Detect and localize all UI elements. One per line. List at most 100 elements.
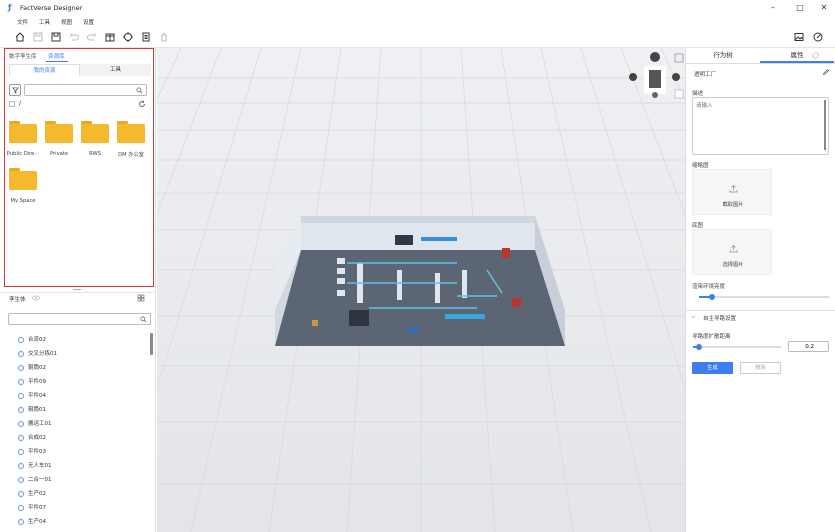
filter-button[interactable]: [9, 84, 21, 96]
tree-item[interactable]: 二合一01: [18, 474, 52, 486]
twin-node-icon: [18, 364, 24, 371]
tree-scrollbar[interactable]: [150, 333, 153, 355]
nav-radius-slider-handle[interactable]: [696, 344, 702, 350]
tree-item-label: 生产02: [28, 491, 46, 497]
tree-item[interactable]: 合流02: [18, 334, 46, 346]
tree-item[interactable]: 平件09: [18, 376, 46, 388]
info-icon[interactable]: [812, 52, 819, 59]
brightness-slider-handle[interactable]: [709, 294, 715, 300]
minimize-icon[interactable]: –: [766, 2, 780, 14]
tree-item[interactable]: 平件07: [18, 502, 46, 514]
save-as-icon[interactable]: [50, 31, 62, 43]
sync-icon[interactable]: [122, 31, 134, 43]
search-icon[interactable]: [136, 87, 143, 94]
tree-item-label: 辊筒02: [28, 365, 46, 371]
tree-item-label: 辊筒01: [28, 407, 46, 413]
search-icon[interactable]: [140, 316, 147, 323]
undo-icon[interactable]: [68, 31, 80, 43]
menu-settings[interactable]: 设置: [83, 18, 94, 26]
thumbnail-label: 缩略图: [692, 163, 709, 169]
folder-icon: [9, 121, 37, 143]
twin-search-input[interactable]: [8, 313, 151, 325]
tree-item[interactable]: 辊筒02: [18, 362, 46, 374]
generate-button[interactable]: 生成: [692, 362, 733, 374]
image-icon[interactable]: [793, 31, 805, 43]
base-map-label: 底图: [692, 223, 704, 229]
tree-item[interactable]: 合成02: [18, 432, 46, 444]
folder-icon: [45, 121, 73, 143]
object-name: 透明工厂: [694, 72, 717, 78]
tree-item-label: 二合一01: [28, 477, 52, 483]
tree-item-label: 合成02: [28, 435, 46, 441]
refresh-icon[interactable]: [138, 100, 146, 108]
panel-splitter[interactable]: [73, 289, 81, 290]
tab-properties[interactable]: 属性: [760, 48, 834, 62]
menu-view[interactable]: 视图: [61, 18, 72, 26]
twin-node-icon: [18, 420, 24, 427]
tab-behavior-tree[interactable]: 行为树: [686, 48, 760, 62]
maximize-icon[interactable]: □: [793, 2, 807, 14]
tree-item-label: 生产04: [28, 519, 46, 525]
brightness-slider-track[interactable]: [699, 296, 829, 298]
3d-viewport[interactable]: [157, 48, 685, 532]
twin-node-icon: [18, 434, 24, 441]
redo-icon[interactable]: [86, 31, 98, 43]
tree-item[interactable]: 无人车01: [18, 460, 52, 472]
menu-file[interactable]: 文件: [17, 18, 28, 26]
folder-label: Private: [49, 151, 69, 157]
folder-icon: [81, 121, 109, 143]
collapse-icon[interactable]: ⌵: [691, 313, 696, 321]
tree-item-label: 平件07: [28, 505, 46, 511]
nav-radius-slider-track[interactable]: [693, 346, 781, 348]
document-icon[interactable]: [140, 31, 152, 43]
tree-item-label: 交叉分拣01: [28, 351, 57, 357]
folder-private[interactable]: [45, 121, 73, 143]
current-path: /: [19, 100, 22, 107]
home-icon[interactable]: [14, 31, 26, 43]
thumbnail-upload[interactable]: 截取图片: [692, 169, 772, 215]
tab-resource-library[interactable]: 资源库: [48, 52, 65, 60]
tree-item[interactable]: 生产02: [18, 488, 46, 500]
eye-icon[interactable]: [32, 295, 40, 301]
filter-icon: [12, 87, 19, 94]
publish-icon[interactable]: [812, 31, 824, 43]
folder-dm-office[interactable]: [117, 121, 145, 143]
package-icon[interactable]: [104, 31, 116, 43]
folder-my-space[interactable]: [9, 168, 37, 190]
tree-item[interactable]: 生产04: [18, 516, 46, 528]
twin-node-icon: [18, 504, 24, 511]
select-all-checkbox[interactable]: [9, 101, 15, 107]
subtab-tools[interactable]: 工具: [80, 64, 151, 76]
twin-node-icon: [18, 406, 24, 413]
title-bar: ƒ FactVerse Designer – □ ✕: [0, 0, 835, 16]
delete-button[interactable]: 删除: [740, 362, 781, 374]
delete-icon[interactable]: [158, 31, 170, 43]
tab-twin-library[interactable]: 数字孪生库: [9, 52, 37, 60]
upload-icon: [729, 185, 738, 193]
capture-button-label: 截取图片: [722, 202, 744, 208]
close-icon[interactable]: ✕: [817, 2, 831, 14]
tree-item[interactable]: 平件03: [18, 446, 46, 458]
description-textarea[interactable]: [692, 97, 829, 155]
tree-item-label: 合流02: [28, 337, 46, 343]
toolbar: [0, 28, 835, 48]
tree-item[interactable]: 辊筒01: [18, 404, 46, 416]
menu-bar: 文件 工具 视图 设置: [0, 16, 835, 28]
textarea-scrollbar[interactable]: [824, 100, 826, 150]
menu-tools[interactable]: 工具: [39, 18, 50, 26]
subtab-my-resources[interactable]: 我的资源: [9, 64, 80, 76]
folder-rws[interactable]: [81, 121, 109, 143]
base-map-upload[interactable]: 选择图片: [692, 229, 772, 275]
twin-node-icon: [18, 490, 24, 497]
twin-node-icon: [18, 378, 24, 385]
folder-public[interactable]: [9, 121, 37, 143]
tree-item[interactable]: 平件04: [18, 390, 46, 402]
resource-search-input[interactable]: [24, 84, 147, 96]
edit-icon[interactable]: [822, 68, 830, 76]
tree-item[interactable]: 搬运工01: [18, 418, 52, 430]
grid-icon[interactable]: [137, 294, 145, 302]
description-label: 描述: [692, 91, 704, 97]
save-icon[interactable]: [32, 31, 44, 43]
tree-item[interactable]: 交叉分拣01: [18, 348, 57, 360]
nav-radius-input[interactable]: [788, 341, 829, 352]
